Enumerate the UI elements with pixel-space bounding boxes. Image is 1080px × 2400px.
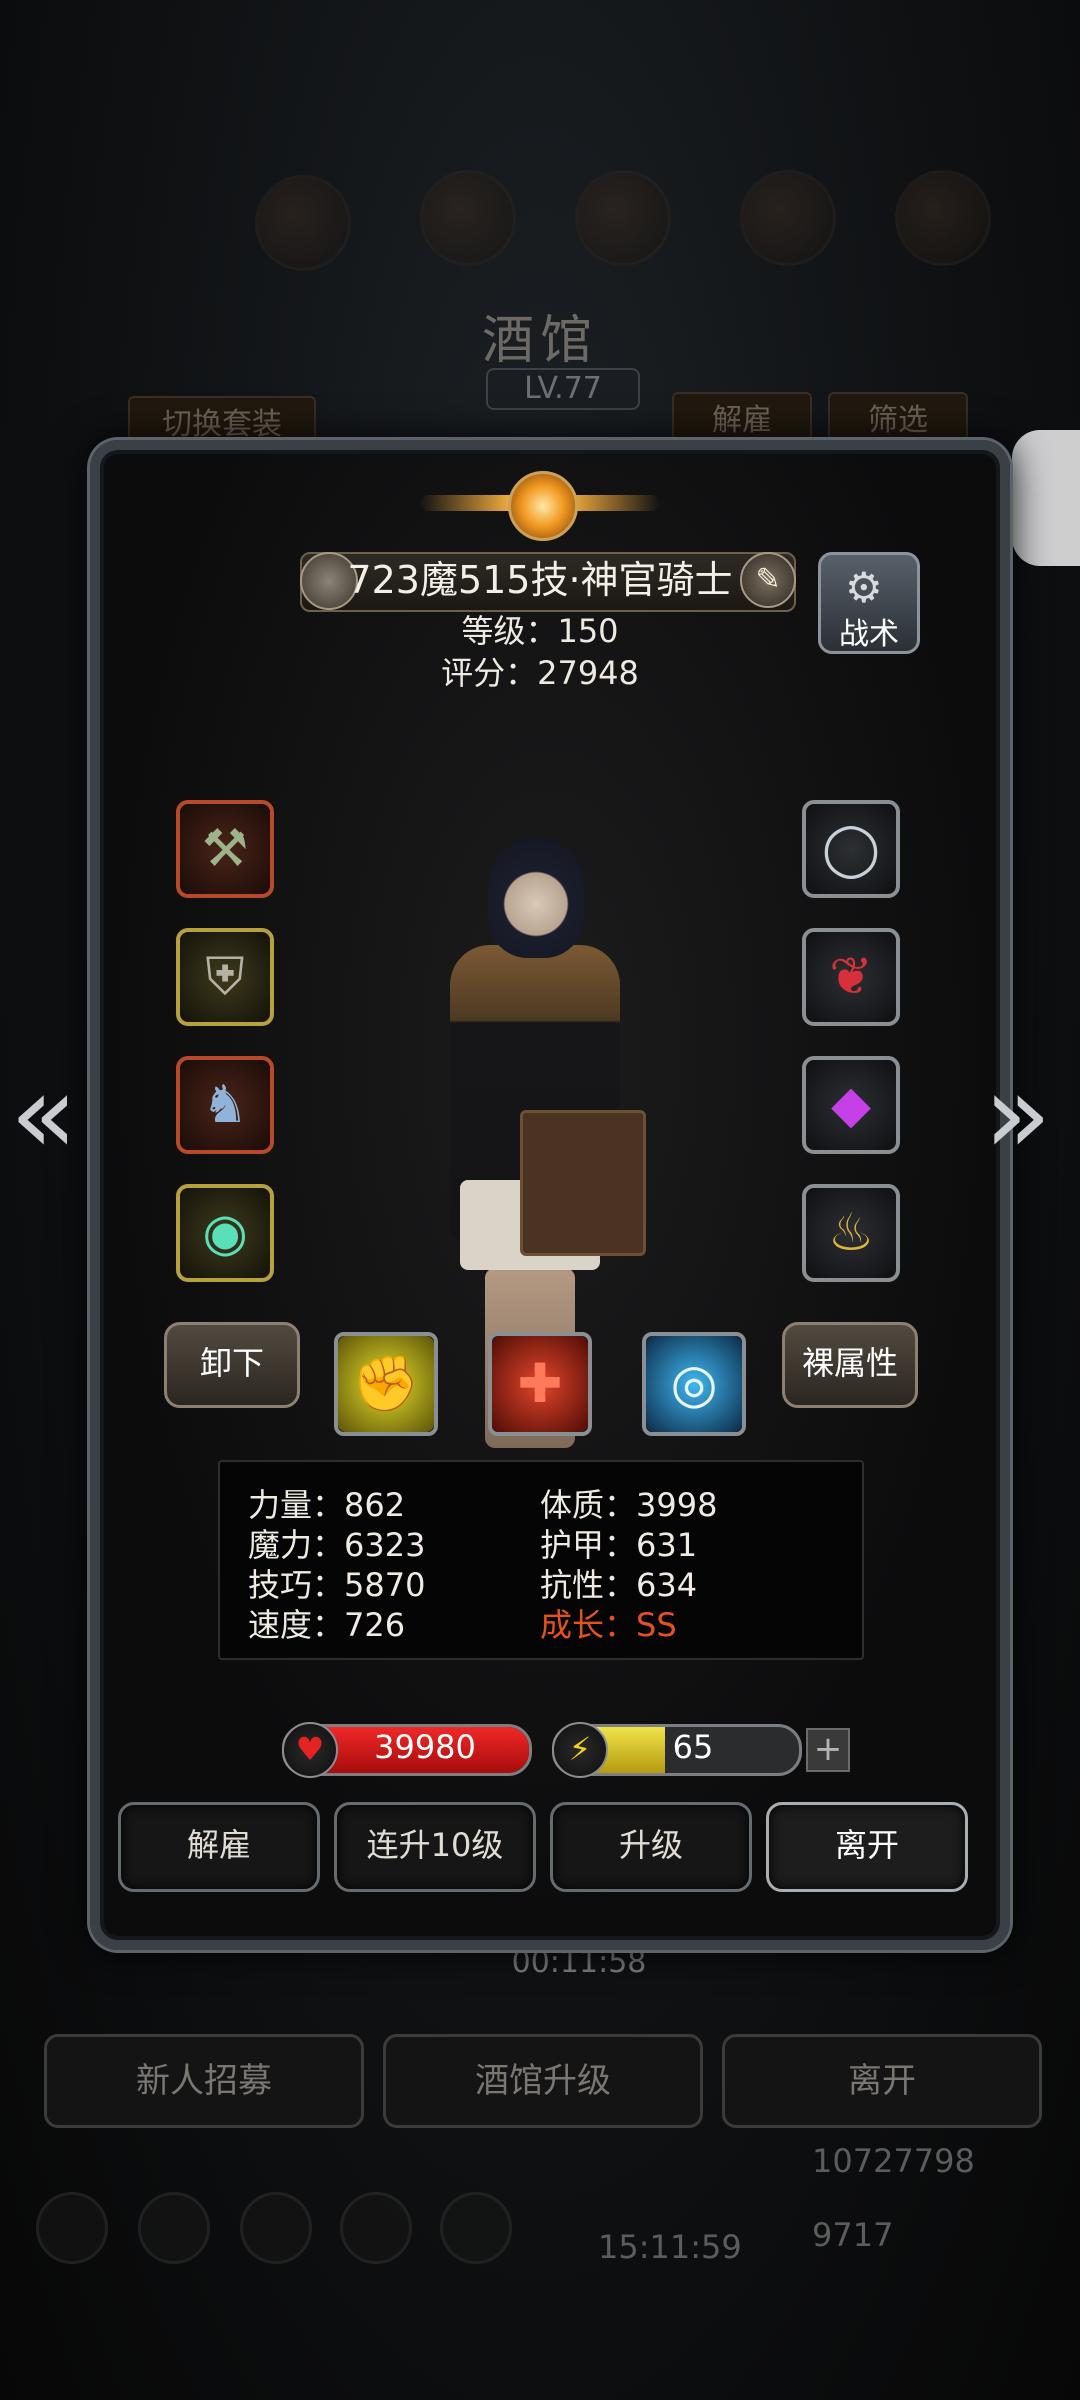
hero-figure-book	[520, 1110, 646, 1256]
gem-amount: 9717	[812, 2216, 894, 2254]
tavern-title: 酒馆	[481, 311, 598, 371]
bg-nav-icon-5[interactable]	[440, 2192, 512, 2264]
hero-name: 723魔515技·神官骑士	[347, 558, 733, 602]
equip-slot-gem[interactable]: ◆	[802, 1056, 900, 1154]
helmet-icon: ♞	[201, 1075, 249, 1135]
add-energy-button[interactable]: +	[806, 1728, 850, 1772]
skill-slot-1[interactable]: ✊	[334, 1332, 438, 1436]
bracelet-icon: ◯	[821, 819, 881, 879]
hero-level: 等级：150	[461, 612, 619, 650]
amulet-icon: ❦	[829, 947, 873, 1007]
bg-leave-button[interactable]: 离开	[722, 2034, 1042, 2128]
hero-score: 评分：27948	[441, 654, 639, 692]
base-attributes-button[interactable]: 裸属性	[782, 1322, 918, 1408]
skill-slot-3[interactable]: ◎	[642, 1332, 746, 1436]
bg-nav-icon-3[interactable]	[240, 2192, 312, 2264]
bg-icon-5	[895, 170, 991, 266]
stat-speed: 速度：726	[248, 1606, 406, 1644]
bg-icon-4	[740, 170, 836, 266]
tavern-upgrade-button[interactable]: 酒馆升级	[383, 2034, 703, 2128]
gem-icon: ◆	[831, 1075, 871, 1135]
equip-slot-weapon[interactable]: ⚒	[176, 800, 274, 898]
tavern-level: LV.77	[486, 368, 640, 410]
next-hero-arrow-icon[interactable]: »	[984, 1050, 1051, 1178]
energy-value: 65	[672, 1728, 714, 1766]
heal-skill-icon: ✚	[492, 1336, 588, 1432]
bg-icon-1	[255, 175, 351, 271]
prev-hero-arrow-icon[interactable]: «	[10, 1050, 77, 1178]
equip-slot-lantern[interactable]: ♨	[802, 1184, 900, 1282]
bg-nav-icon-2[interactable]	[138, 2192, 210, 2264]
hero-figure-head	[488, 838, 584, 958]
hp-value: 39980	[374, 1728, 476, 1766]
bg-nav-icon-4[interactable]	[340, 2192, 412, 2264]
unequip-button[interactable]: 卸下	[164, 1322, 300, 1408]
edit-name-icon[interactable]: ✎	[740, 552, 796, 608]
lantern-icon: ♨	[827, 1203, 875, 1263]
gear-icon: ⚙	[845, 563, 883, 612]
level-up-10-button[interactable]: 连升10级	[334, 1802, 536, 1892]
eye-skill-icon: ◎	[646, 1336, 742, 1432]
upgrade-button[interactable]: 升级	[550, 1802, 752, 1892]
skill-slot-2[interactable]: ✚	[488, 1332, 592, 1436]
stat-growth: 成长：SS	[540, 1606, 677, 1644]
bg-icon-3	[575, 170, 671, 266]
recruit-button[interactable]: 新人招募	[44, 2034, 364, 2128]
axe-icon: ⚒	[201, 819, 249, 879]
equip-slot-bracelet[interactable]: ◯	[802, 800, 900, 898]
lightning-icon: ⚡	[552, 1722, 608, 1778]
equip-slot-helmet[interactable]: ♞	[176, 1056, 274, 1154]
bg-nav-icon-1[interactable]	[36, 2192, 108, 2264]
clock: 15:11:59	[598, 2228, 742, 2266]
equip-slot-armor[interactable]: ⛨	[176, 928, 274, 1026]
side-floating-tab[interactable]	[1012, 430, 1080, 566]
ring-icon: ◉	[202, 1203, 248, 1263]
crest-emblem	[420, 455, 660, 551]
equip-slot-ring[interactable]: ◉	[176, 1184, 274, 1282]
armor-icon: ⛨	[205, 947, 245, 1007]
equip-slot-amulet[interactable]: ❦	[802, 928, 900, 1026]
gold-amount: 10727798	[812, 2142, 975, 2180]
fist-skill-icon: ✊	[338, 1336, 434, 1432]
bg-icon-2	[420, 170, 516, 266]
dismiss-button[interactable]: 解雇	[118, 1802, 320, 1892]
leave-button[interactable]: 离开	[766, 1802, 968, 1892]
